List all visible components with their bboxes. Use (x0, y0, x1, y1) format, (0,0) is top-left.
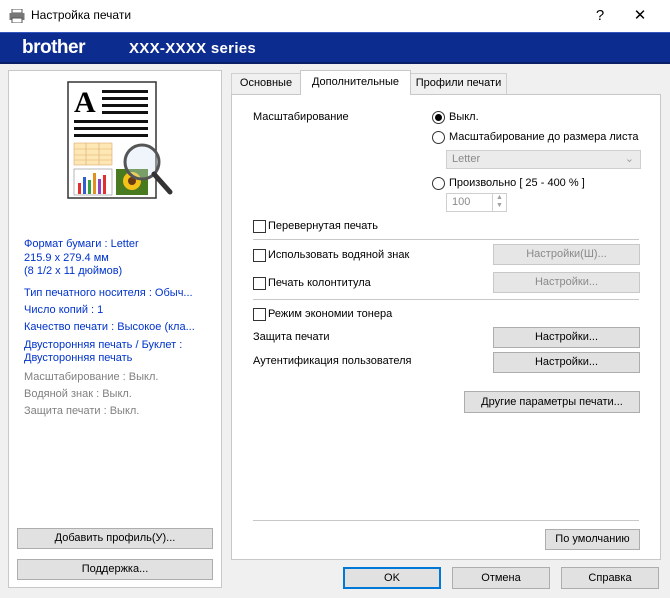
watermark-settings-button[interactable]: Настройки(Ш)... (493, 244, 640, 265)
summary-media-type: Тип печатного носителя : Обыч... (24, 287, 193, 299)
support-button[interactable]: Поддержка... (17, 559, 213, 580)
cancel-button[interactable]: Отмена (452, 567, 550, 589)
watermark-label: Использовать водяной знак (268, 249, 410, 261)
summary-paper-size-inch: (8 1/2 x 11 дюймов) (24, 265, 123, 277)
reverse-print-label: Перевернутая печать (268, 220, 378, 232)
chevron-down-icon: ⌄ (624, 153, 634, 165)
fit-paper-value: Letter (452, 153, 481, 165)
printer-icon (9, 9, 25, 23)
scaling-free-radio[interactable] (432, 177, 445, 190)
tab-advanced[interactable]: Дополнительные (300, 70, 411, 95)
summary-duplex-value: Двусторонняя печать (24, 352, 133, 364)
other-print-options-button[interactable]: Другие параметры печати... (464, 391, 640, 413)
summary-quality: Качество печати : Высокое (кла... (24, 321, 195, 333)
restore-defaults-button[interactable]: По умолчанию (545, 529, 640, 550)
tab-basic[interactable]: Основные (231, 73, 301, 94)
toner-save-checkbox[interactable] (253, 308, 266, 321)
title-bar: Настройка печати ? ✕ (0, 0, 670, 32)
spin-buttons[interactable]: ▲ ▼ (492, 194, 506, 211)
header-footer-label: Печать колонтитула (268, 277, 371, 289)
watermark-checkbox[interactable] (253, 249, 266, 262)
svg-text:A: A (74, 86, 96, 119)
divider (253, 239, 639, 240)
secure-print-label: Защита печати (253, 331, 330, 343)
user-auth-label: Аутентификация пользователя (253, 355, 412, 367)
brand-banner: brother XXX-XXXX series (0, 32, 670, 64)
summary-paper-size: Формат бумаги : Letter (24, 238, 139, 250)
summary-watermark: Водяной знак : Выкл. (24, 388, 132, 400)
scaling-off-label: Выкл. (449, 111, 479, 123)
scaling-label: Масштабирование (253, 111, 349, 123)
scaling-free-label: Произвольно [ 25 - 400 % ] (449, 177, 585, 189)
fit-paper-select[interactable]: Letter ⌄ (446, 150, 641, 169)
divider (253, 299, 639, 300)
free-scale-input[interactable]: 100 ▲ ▼ (446, 193, 507, 212)
header-footer-checkbox[interactable] (253, 277, 266, 290)
scaling-fit-radio[interactable] (432, 131, 445, 144)
divider (253, 520, 639, 521)
page-preview-image: A (67, 81, 173, 199)
model-name: XXX-XXXX series (129, 40, 257, 57)
reverse-print-checkbox[interactable] (253, 220, 266, 233)
secure-print-settings-button[interactable]: Настройки... (493, 327, 640, 348)
summary-copies: Число копий : 1 (24, 304, 104, 316)
free-scale-value: 100 (452, 196, 471, 208)
add-profile-button[interactable]: Добавить профиль(У)... (17, 528, 213, 549)
scaling-fit-label: Масштабирование до размера листа (449, 131, 639, 143)
brother-logo: brother (22, 37, 86, 58)
ok-button[interactable]: OK (343, 567, 441, 589)
summary-protection: Защита печати : Выкл. (24, 405, 140, 417)
window-title: Настройка печати (31, 8, 132, 22)
summary-scaling: Масштабирование : Выкл. (24, 371, 159, 383)
summary-duplex: Двусторонняя печать / Буклет : (24, 339, 183, 351)
toner-save-label: Режим экономии тонера (268, 308, 393, 320)
help-button[interactable]: ? (580, 4, 620, 28)
user-auth-settings-button[interactable]: Настройки... (493, 352, 640, 373)
summary-paper-size-mm: 215.9 x 279.4 мм (24, 252, 109, 264)
scaling-off-radio[interactable] (432, 111, 445, 124)
help-dialog-button[interactable]: Справка (561, 567, 659, 589)
close-button[interactable]: ✕ (620, 4, 660, 28)
tab-print-profiles[interactable]: Профили печати (410, 73, 507, 94)
header-footer-settings-button[interactable]: Настройки... (493, 272, 640, 293)
